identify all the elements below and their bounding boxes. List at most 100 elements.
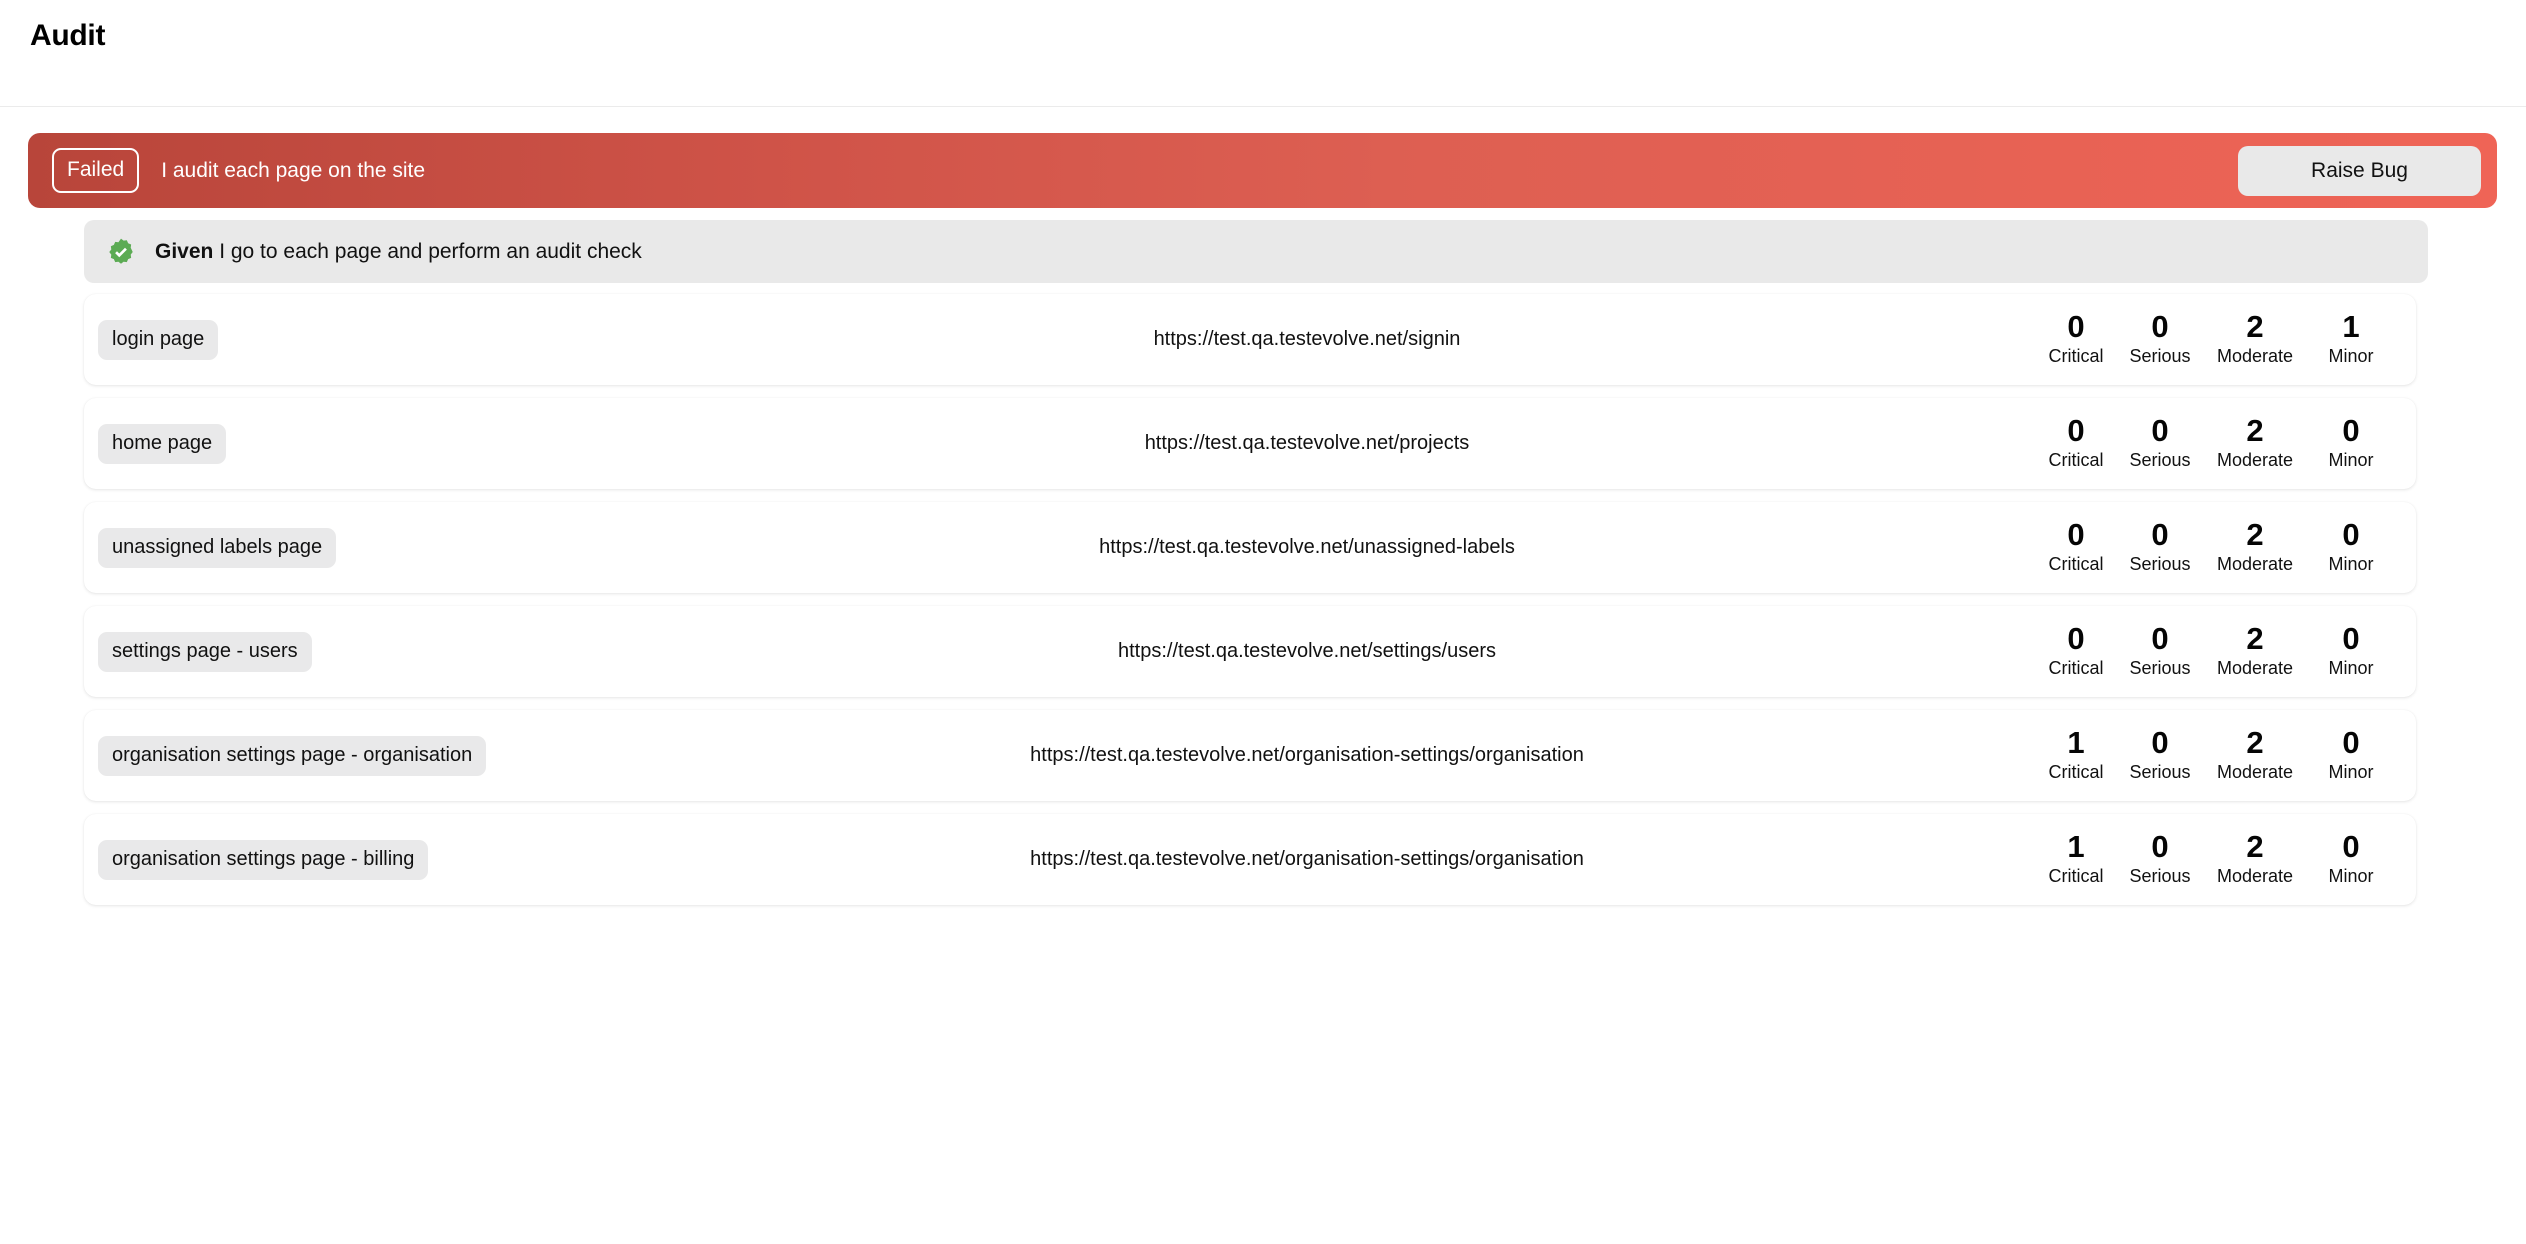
severity-moderate: 2 Moderate [2200, 414, 2310, 472]
page-url: https://test.qa.testevolve.net/unassigne… [1099, 536, 1515, 558]
severity-moderate: 2 Moderate [2200, 829, 2310, 888]
severity-critical-label: Critical [2048, 449, 2104, 470]
audit-result-row[interactable]: settings page - users https://test.qa.tes… [84, 606, 2416, 697]
severity-moderate-count: 2 [2246, 725, 2264, 761]
page-header: Audit [0, 0, 2526, 107]
severity-moderate: 2 Moderate [2200, 725, 2310, 784]
severity-serious: 0 Serious [2120, 621, 2200, 680]
severity-critical: 1 Critical [2032, 725, 2120, 784]
severity-moderate-label: Moderate [2216, 761, 2294, 782]
severity-moderate-label: Moderate [2216, 345, 2294, 366]
audit-result-row[interactable]: login page https://test.qa.testevolve.net… [84, 294, 2416, 385]
severity-serious-count: 0 [2151, 829, 2169, 865]
severity-critical-count: 0 [2067, 517, 2085, 553]
page-tag: organisation settings page - billing [98, 839, 429, 880]
check-badge-icon [106, 237, 136, 267]
page-url: https://test.qa.testevolve.net/projects [1144, 432, 1470, 454]
severity-serious-label: Serious [2129, 553, 2191, 574]
severity-critical: 0 Critical [2032, 517, 2120, 576]
severity-critical-count: 1 [2067, 725, 2085, 761]
page-tag-cell: organisation settings page - billing [98, 839, 608, 880]
severity-summary: 0 Critical 0 Serious 2 Moderate 0 Minor [2026, 621, 2416, 680]
step-body: I go to each page and perform an audit c… [213, 239, 642, 263]
severity-minor-count: 0 [2342, 621, 2360, 657]
severity-moderate-count: 2 [2246, 829, 2264, 865]
severity-minor: 0 Minor [2310, 517, 2392, 576]
severity-critical: 1 Critical [2032, 830, 2120, 888]
audit-result-row[interactable]: organisation settings page - billing http… [84, 814, 2416, 905]
audit-results-list: login page https://test.qa.testevolve.net… [28, 294, 2497, 905]
severity-moderate-label: Moderate [2216, 657, 2294, 678]
page-tag-cell: login page [98, 319, 608, 360]
severity-critical-count: 0 [2067, 413, 2085, 449]
severity-summary: 0 Critical 0 Serious 2 Moderate 1 Minor [2026, 309, 2416, 368]
page-url: https://test.qa.testevolve.net/organisat… [1030, 848, 1584, 870]
severity-minor-count: 0 [2342, 829, 2360, 865]
severity-serious: 0 Serious [2120, 829, 2200, 888]
steps-list: Given I go to each page and perform an a… [28, 220, 2497, 283]
severity-serious-count: 0 [2151, 309, 2169, 345]
page-url: https://test.qa.testevolve.net/settings/… [1118, 640, 1496, 662]
severity-serious: 0 Serious [2120, 414, 2200, 472]
severity-moderate: 2 Moderate [2200, 621, 2310, 680]
severity-critical-count: 0 [2067, 309, 2085, 345]
severity-summary: 0 Critical 0 Serious 2 Moderate 0 Minor [2026, 517, 2416, 576]
severity-minor: 1 Minor [2310, 309, 2392, 368]
severity-critical-label: Critical [2048, 657, 2104, 678]
severity-serious-label: Serious [2129, 345, 2191, 366]
severity-serious-label: Serious [2129, 657, 2191, 678]
severity-moderate-count: 2 [2246, 517, 2264, 553]
severity-minor-label: Minor [2328, 865, 2374, 886]
severity-serious-count: 0 [2151, 621, 2169, 657]
page-tag: home page [98, 423, 227, 464]
severity-critical: 0 Critical [2032, 621, 2120, 680]
severity-minor: 0 Minor [2310, 829, 2392, 888]
severity-summary: 1 Critical 0 Serious 2 Moderate 0 Minor [2026, 829, 2416, 888]
page-tag: organisation settings page - organisatio… [98, 735, 487, 776]
audit-result-row[interactable]: organisation settings page - organisatio… [84, 710, 2416, 801]
severity-serious-count: 0 [2151, 725, 2169, 761]
page-tag: unassigned labels page [98, 527, 337, 568]
severity-serious-count: 0 [2151, 517, 2169, 553]
audit-result-row[interactable]: home page https://test.qa.testevolve.net/… [84, 398, 2416, 489]
severity-critical-label: Critical [2048, 865, 2104, 886]
raise-bug-button[interactable]: Raise Bug [2238, 145, 2481, 196]
severity-serious-label: Serious [2129, 865, 2191, 886]
page-tag: settings page - users [98, 631, 312, 672]
severity-serious: 0 Serious [2120, 517, 2200, 576]
page-title: Audit [30, 19, 106, 52]
severity-minor: 0 Minor [2310, 725, 2392, 784]
severity-critical: 0 Critical [2032, 309, 2120, 368]
page-tag-cell: organisation settings page - organisatio… [98, 735, 608, 776]
page-url: https://test.qa.testevolve.net/organisat… [1030, 744, 1584, 766]
severity-minor: 0 Minor [2310, 621, 2392, 680]
page-tag: login page [98, 319, 219, 360]
scenario-section: Failed I audit each page on the site Rai… [0, 107, 2526, 905]
severity-serious: 0 Serious [2120, 309, 2200, 368]
severity-moderate: 2 Moderate [2200, 517, 2310, 576]
severity-critical-label: Critical [2048, 761, 2104, 782]
severity-minor-label: Minor [2328, 345, 2374, 366]
severity-minor-label: Minor [2328, 657, 2374, 678]
severity-minor-count: 0 [2342, 517, 2360, 553]
severity-summary: 0 Critical 0 Serious 2 Moderate 0 Minor [2026, 413, 2416, 472]
severity-minor-count: 0 [2342, 413, 2360, 449]
severity-moderate-count: 2 [2246, 309, 2264, 345]
audit-result-row[interactable]: unassigned labels page https://test.qa.te… [84, 502, 2416, 593]
severity-moderate-count: 2 [2246, 621, 2264, 657]
page-tag-cell: unassigned labels page [98, 527, 608, 568]
page-tag-cell: settings page - users [98, 631, 608, 672]
severity-critical-count: 0 [2067, 621, 2085, 657]
page-url: https://test.qa.testevolve.net/signin [1153, 328, 1461, 350]
severity-moderate: 2 Moderate [2200, 309, 2310, 368]
severity-minor: 0 Minor [2310, 413, 2392, 472]
severity-serious-label: Serious [2129, 449, 2191, 470]
severity-serious: 0 Serious [2120, 725, 2200, 784]
severity-minor-count: 1 [2342, 309, 2360, 345]
severity-moderate-label: Moderate [2216, 865, 2294, 886]
step-keyword: Given [155, 239, 214, 263]
status-badge: Failed [52, 148, 140, 193]
severity-moderate-label: Moderate [2216, 553, 2294, 574]
severity-minor-count: 0 [2342, 725, 2360, 761]
severity-minor-label: Minor [2328, 761, 2374, 782]
